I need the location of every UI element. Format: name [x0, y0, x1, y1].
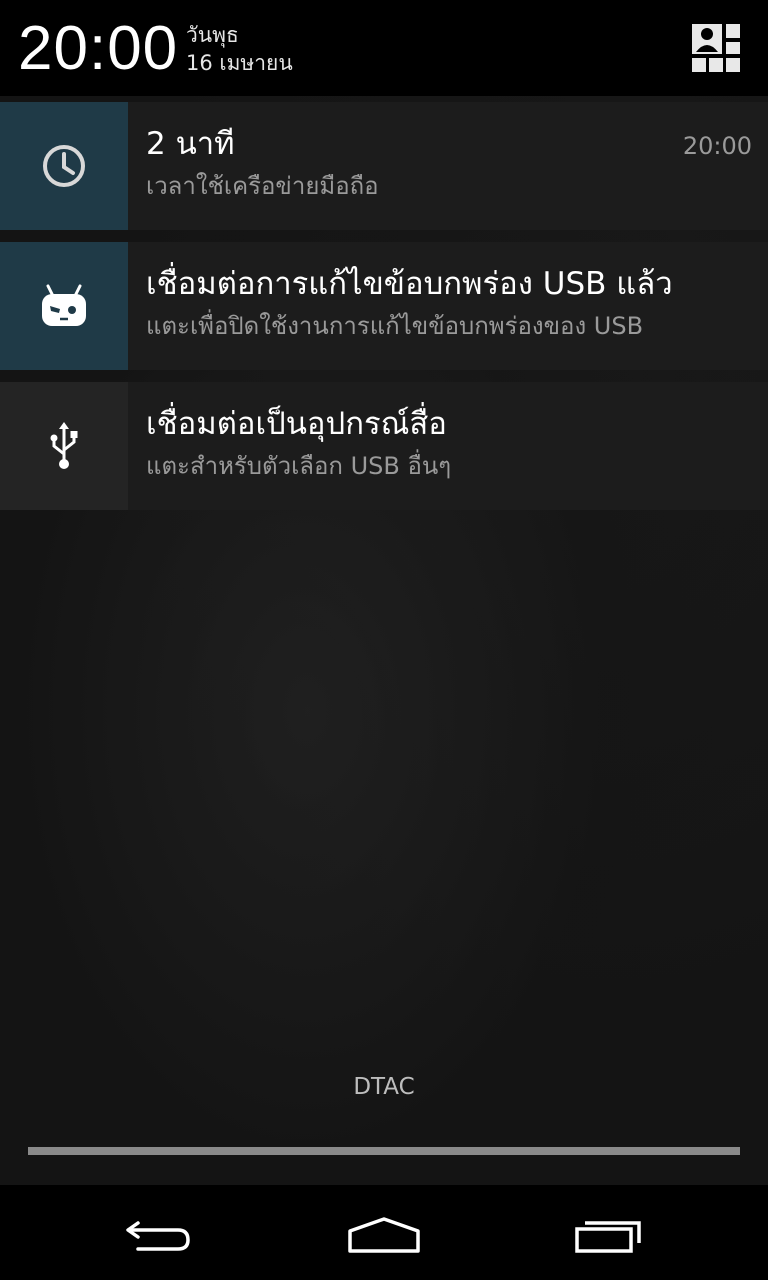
home-icon — [348, 1217, 420, 1253]
back-icon — [126, 1221, 190, 1251]
day-name[interactable]: วันพุธ — [186, 22, 239, 48]
notification-subtitle: เวลาใช้เครือข่ายมือถือ — [146, 172, 379, 200]
notification-title: เชื่อมต่อการแก้ไขข้อบกพร่อง USB แล้ว — [146, 266, 673, 302]
clock-icon — [43, 145, 85, 187]
recent-apps-icon — [575, 1221, 641, 1253]
recent-apps-button[interactable] — [554, 1205, 664, 1265]
status-header: 20:00 วันพุธ 16 เมษายน — [0, 0, 768, 96]
notification-icon-box — [0, 102, 128, 230]
back-button[interactable] — [104, 1205, 214, 1265]
notification-subtitle: แตะสำหรับตัวเลือก USB อื่นๆ — [146, 452, 452, 480]
date-label[interactable]: 16 เมษายน — [186, 50, 293, 76]
notification-usb-media[interactable]: เชื่อมต่อเป็นอุปกรณ์สื่อ แตะสำหรับตัวเลื… — [0, 382, 768, 510]
notification-time: 20:00 — [682, 132, 752, 160]
notification-icon-box — [0, 242, 128, 370]
home-button[interactable] — [329, 1205, 439, 1265]
notification-title: 2 นาที — [146, 126, 235, 162]
clock-time[interactable]: 20:00 — [18, 14, 178, 84]
quick-settings-button[interactable] — [688, 20, 744, 76]
shade-drag-handle[interactable] — [28, 1147, 740, 1155]
notification-subtitle: แตะเพื่อปิดใช้งานการแก้ไขข้อบกพร่องของ U… — [146, 312, 644, 340]
carrier-label: DTAC — [353, 1074, 415, 1100]
cyanogenmod-icon — [42, 284, 86, 326]
notification-icon-box — [0, 382, 128, 510]
notification-usb-debugging[interactable]: เชื่อมต่อการแก้ไขข้อบกพร่อง USB แล้ว แตะ… — [0, 242, 768, 370]
quick-settings-icon — [692, 24, 740, 72]
notification-data-usage[interactable]: 2 นาที เวลาใช้เครือข่ายมือถือ 20:00 — [0, 102, 768, 230]
navigation-bar — [0, 1185, 768, 1280]
usb-icon — [50, 422, 78, 469]
notification-title: เชื่อมต่อเป็นอุปกรณ์สื่อ — [146, 406, 447, 442]
